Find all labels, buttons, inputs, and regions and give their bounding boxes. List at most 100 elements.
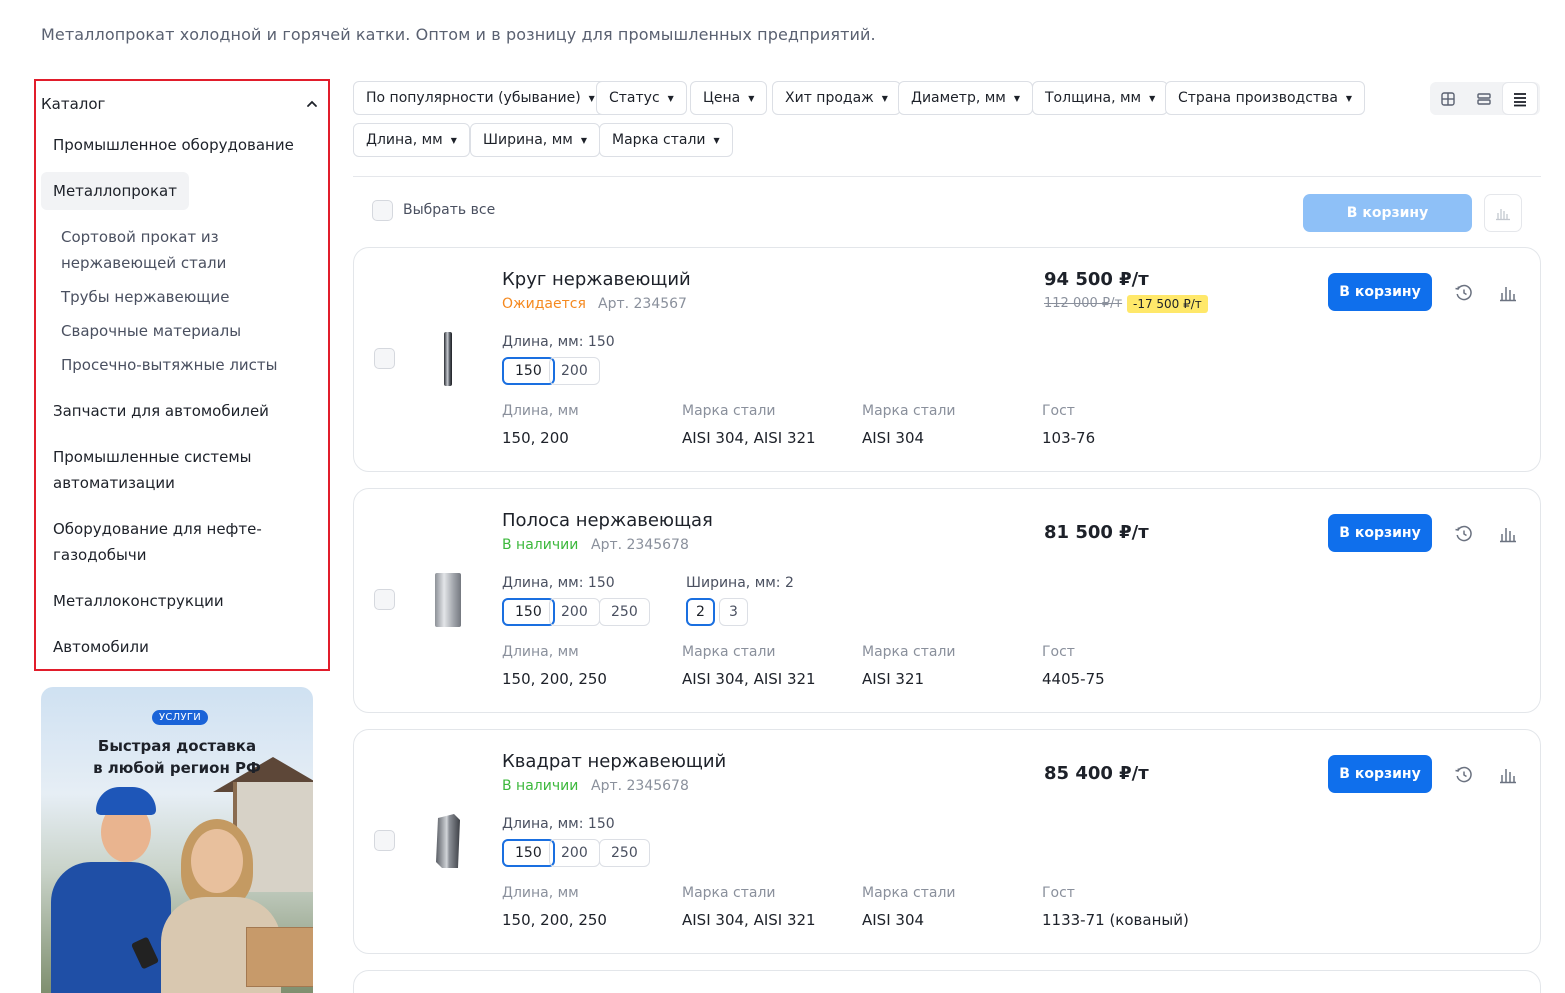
filter-label: Длина, мм (366, 132, 443, 148)
option-length-150[interactable]: 150 (502, 598, 555, 626)
promo-banner[interactable]: УСЛУГИ Быстрая доставка в любой регион Р… (41, 687, 313, 993)
option-label-length: Длина, мм: 150 (502, 334, 615, 350)
caret-down-icon: ▼ (580, 135, 587, 145)
caret-down-icon: ▼ (1345, 93, 1353, 103)
rows-view-button[interactable] (1466, 82, 1502, 115)
attr-label: Марка стали (682, 644, 776, 660)
chart-bars-icon (1496, 209, 1510, 221)
attr-label: Марка стали (862, 644, 956, 660)
add-selected-to-cart-button[interactable]: В корзину (1303, 194, 1472, 232)
attr-value: 1133-71 (кованый) (1042, 911, 1189, 929)
product-price: 94 500 ₽/т (1044, 269, 1149, 290)
parcel-box-illustration (246, 927, 313, 987)
sidebar-item-automation[interactable]: Промышленные системы автоматизации (53, 444, 273, 496)
grid-view-button[interactable] (1430, 82, 1466, 115)
chevron-up-icon[interactable] (305, 97, 319, 111)
product-card: Круг нержавеющий Ожидается Арт. 234567 Д… (353, 247, 1541, 472)
sidebar-item-cars[interactable]: Автомобили (53, 634, 303, 660)
filter-length[interactable]: Длина, мм ▼ (353, 123, 470, 157)
product-checkbox[interactable] (374, 348, 395, 369)
caret-down-icon: ▼ (450, 135, 457, 145)
product-name[interactable]: Круг нержавеющий (502, 269, 691, 290)
grid-icon (1441, 91, 1455, 106)
view-switcher (1430, 82, 1540, 115)
promo-title-line1: Быстрая доставка (97, 737, 257, 755)
history-button[interactable] (1452, 281, 1476, 305)
promo-title: Быстрая доставка в любой регион РФ (41, 735, 313, 779)
catalog-sidebar: Каталог Промышленное оборудование Металл… (34, 79, 330, 671)
product-name[interactable]: Квадрат нержавеющий (502, 751, 726, 772)
catalog-title: Каталог (41, 95, 106, 113)
filter-label: Толщина, мм (1045, 90, 1142, 106)
add-to-cart-button[interactable]: В корзину (1328, 514, 1432, 552)
attr-label: Марка стали (682, 403, 776, 419)
option-length-200[interactable]: 200 (549, 839, 600, 867)
list-icon (1514, 92, 1526, 106)
list-view-button[interactable] (1502, 82, 1538, 115)
attr-label: Гост (1042, 644, 1075, 660)
attr-label: Длина, мм (502, 644, 579, 660)
catalog-header[interactable]: Каталог (41, 93, 319, 115)
attr-value: 4405-75 (1042, 670, 1105, 688)
product-name[interactable]: Полоса нержавеющая (502, 510, 713, 531)
sidebar-item-metal-products[interactable]: Металлопрокат (41, 172, 189, 210)
sidebar-subitem-welding[interactable]: Сварочные материалы (61, 318, 291, 344)
compare-button[interactable] (1496, 281, 1520, 305)
product-old-price: 112 000 ₽/т (1044, 296, 1123, 311)
sidebar-item-auto-parts[interactable]: Запчасти для автомобилей (53, 398, 303, 424)
attr-value: AISI 304 (862, 429, 925, 447)
filter-price[interactable]: Цена ▼ (690, 81, 768, 115)
product-image-flat-bar[interactable] (432, 571, 464, 629)
select-all-checkbox[interactable] (372, 200, 393, 221)
product-image-round-bar[interactable] (432, 330, 464, 388)
option-length-200[interactable]: 200 (549, 598, 600, 626)
filter-bestseller[interactable]: Хит продаж ▼ (772, 81, 901, 115)
filter-thickness[interactable]: Толщина, мм ▼ (1032, 81, 1169, 115)
option-width-2[interactable]: 2 (686, 598, 715, 626)
option-length-250[interactable]: 250 (599, 598, 650, 626)
sidebar-subitem-stainless-bar[interactable]: Сортовой прокат из нержавеющей стали (61, 224, 291, 276)
filter-country[interactable]: Страна производства ▼ (1165, 81, 1366, 115)
product-price: 81 500 ₽/т (1044, 522, 1149, 543)
product-image-square-bar[interactable] (432, 812, 464, 870)
attr-label: Марка стали (862, 885, 956, 901)
filter-status[interactable]: Статус ▼ (596, 81, 687, 115)
filter-label: Цена (703, 90, 741, 106)
add-to-cart-button[interactable]: В корзину (1328, 755, 1432, 793)
history-button[interactable] (1452, 522, 1476, 546)
compare-selected-button[interactable] (1484, 194, 1522, 232)
compare-button[interactable] (1496, 763, 1520, 787)
option-width-3[interactable]: 3 (719, 598, 748, 626)
attr-label: Марка стали (862, 403, 956, 419)
product-checkbox[interactable] (374, 830, 395, 851)
history-button[interactable] (1452, 763, 1476, 787)
caret-down-icon: ▼ (588, 93, 595, 103)
attr-value: 150, 200, 250 (502, 670, 607, 688)
product-article: Арт. 234567 (598, 296, 687, 312)
add-to-cart-button[interactable]: В корзину (1328, 273, 1432, 311)
sidebar-item-metal-structures[interactable]: Металлоконструкции (53, 588, 303, 614)
caret-down-icon: ▼ (713, 135, 720, 145)
product-checkbox[interactable] (374, 589, 395, 610)
option-length-200[interactable]: 200 (549, 357, 600, 385)
filter-sort[interactable]: По популярности (убывание) ▼ (353, 81, 608, 115)
filter-diameter[interactable]: Диаметр, мм ▼ (898, 81, 1034, 115)
select-all-label[interactable]: Выбрать все (403, 202, 495, 218)
filter-width[interactable]: Ширина, мм ▼ (470, 123, 600, 157)
option-length-250[interactable]: 250 (599, 839, 650, 867)
product-price: 85 400 ₽/т (1044, 763, 1149, 784)
promo-title-line2: в любой регион РФ (93, 759, 261, 777)
sidebar-subitem-expanded-sheets[interactable]: Просечно-вытяжные листы (61, 352, 291, 378)
chart-bars-icon (1500, 769, 1516, 784)
option-length-150[interactable]: 150 (502, 839, 555, 867)
product-article: Арт. 2345678 (591, 537, 689, 553)
chart-bars-icon (1500, 528, 1516, 543)
filter-steel-grade[interactable]: Марка стали ▼ (599, 123, 733, 157)
sidebar-item-oil-gas[interactable]: Оборудование для нефте-газодобычи (53, 516, 273, 568)
attr-value: AISI 304, AISI 321 (682, 670, 816, 688)
sidebar-subitem-stainless-pipes[interactable]: Трубы нержавеющие (61, 284, 291, 310)
sidebar-item-industrial-equipment[interactable]: Промышленное оборудование (53, 132, 303, 158)
compare-button[interactable] (1496, 522, 1520, 546)
product-status: В наличии (502, 537, 579, 553)
option-length-150[interactable]: 150 (502, 357, 555, 385)
